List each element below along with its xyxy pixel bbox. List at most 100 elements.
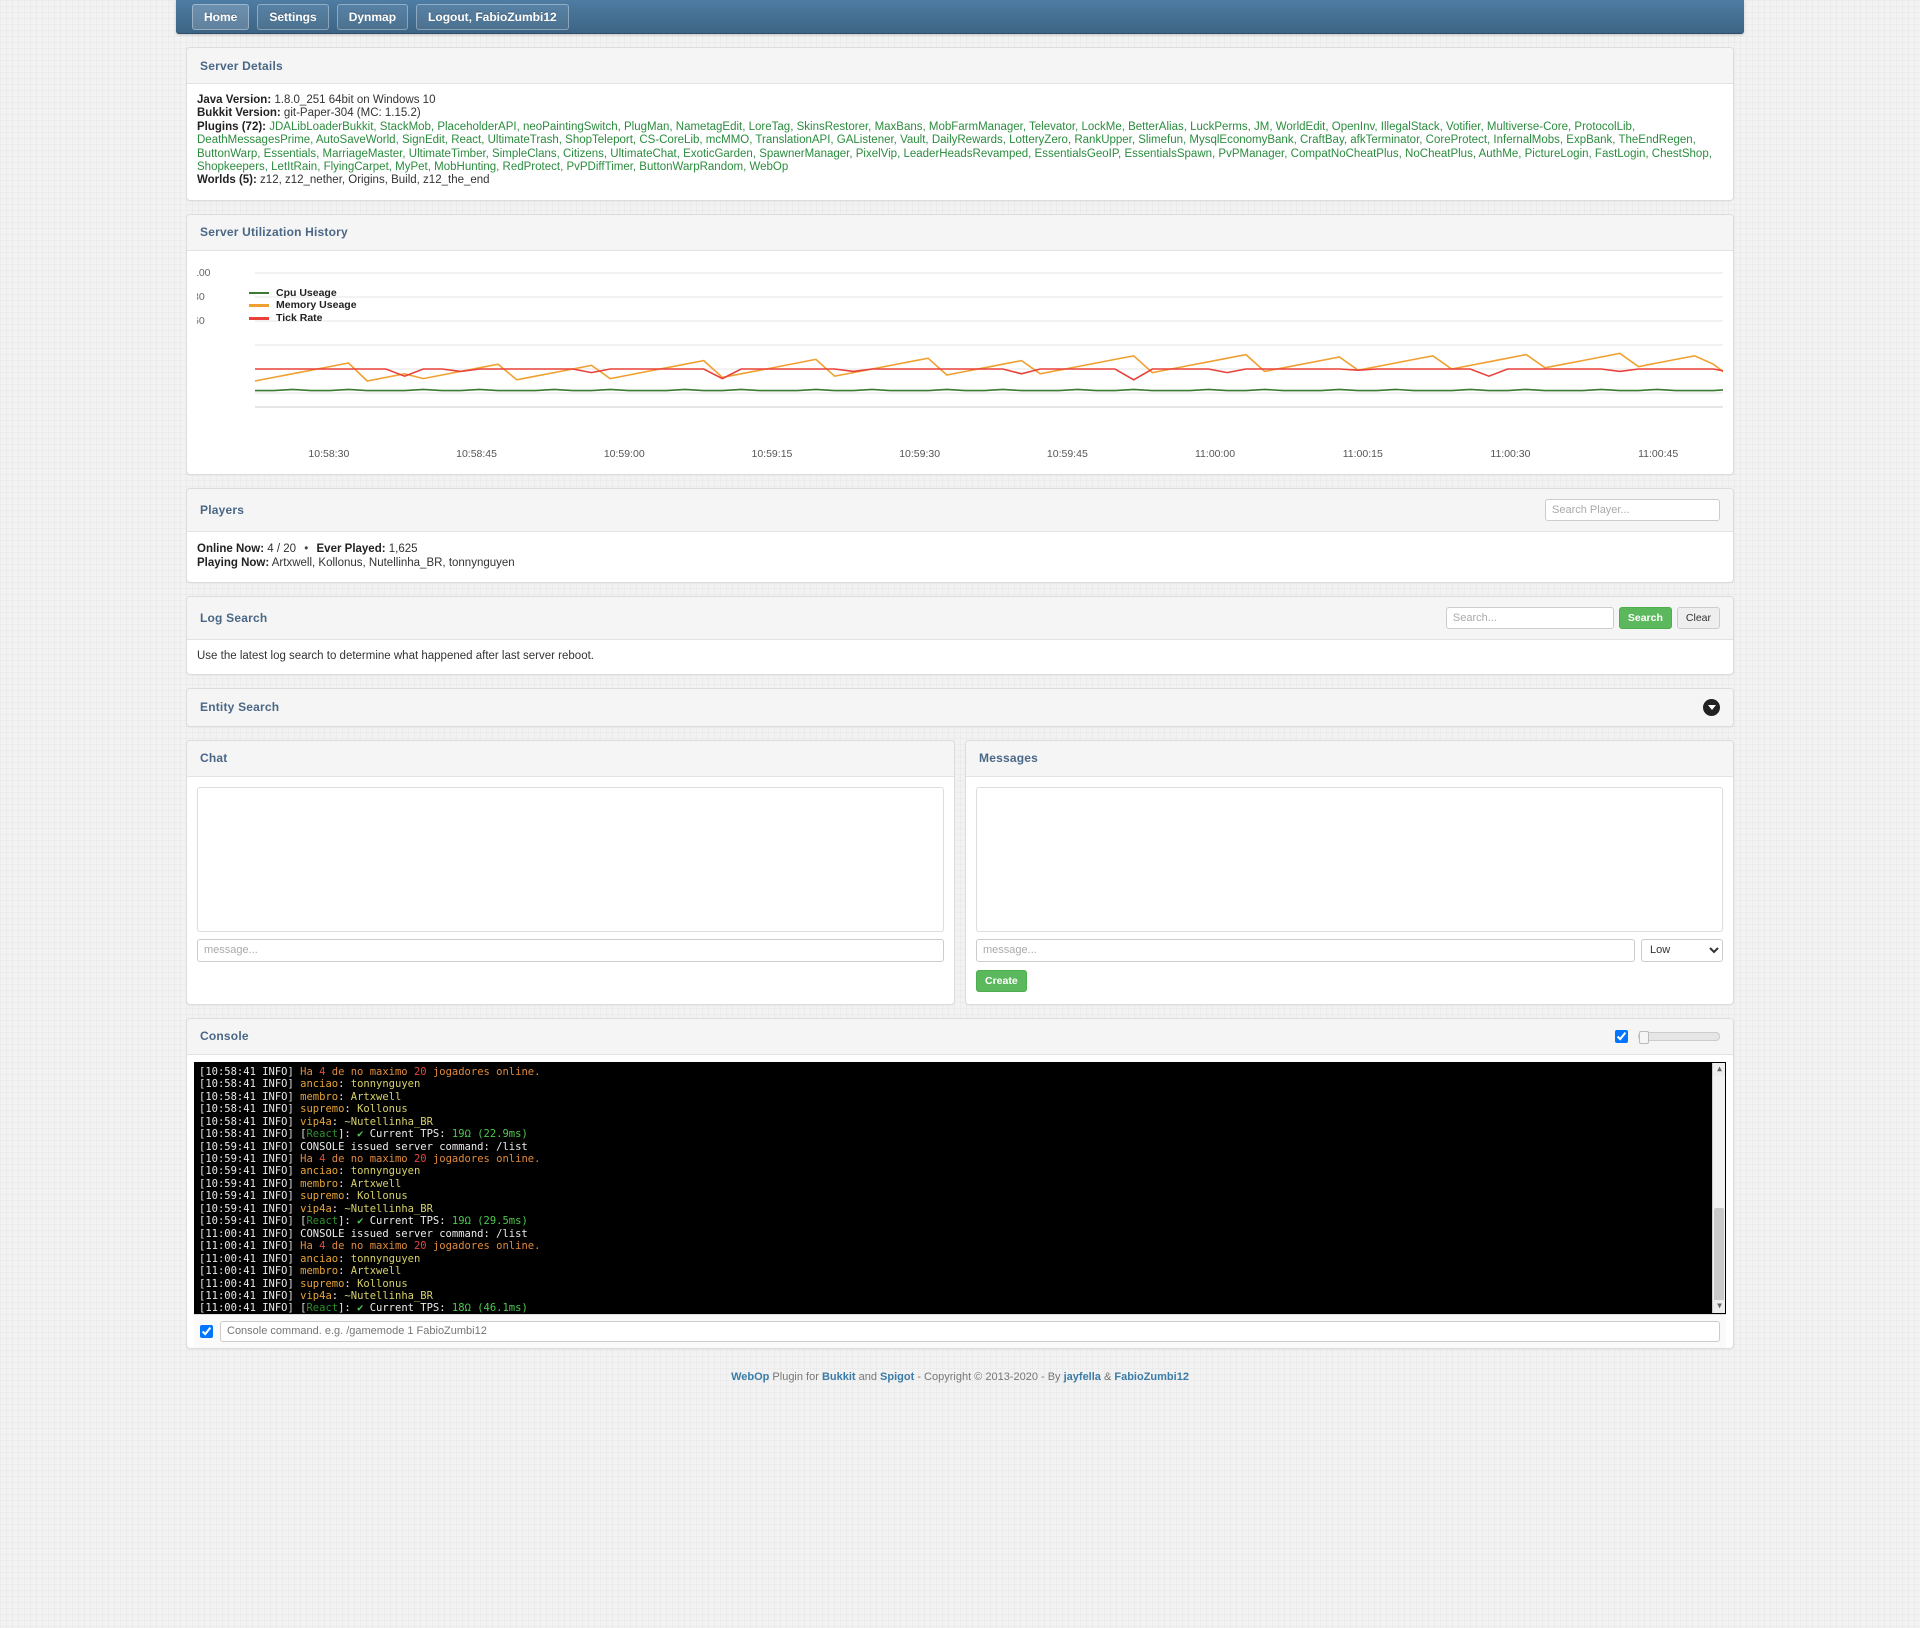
messages-input-row: LowNormalHigh [976, 938, 1723, 962]
nav-item-dynmap[interactable]: Dynmap [336, 3, 409, 30]
console-line: [11:00:41 INFO] Ha 4 de no maximo 20 jog… [199, 1240, 1721, 1252]
console-font-slider[interactable] [1638, 1030, 1720, 1044]
console-text: Current TPS: [363, 1215, 452, 1228]
players-title: Players [200, 502, 245, 517]
console-line: [11:00:41 INFO] supremo: Kollonus [199, 1278, 1721, 1290]
log-clear-button[interactable]: Clear [1676, 606, 1720, 629]
java-version-value: 1.8.0_251 64bit on Windows 10 [274, 94, 436, 106]
message-text-input[interactable] [976, 938, 1635, 962]
console-text: Artxwell [350, 1265, 402, 1278]
console-text: tonnynguyen [350, 1165, 421, 1178]
console-timestamp: [11:00:41 INFO] [199, 1277, 301, 1290]
console-text: ~Nutellinha_BR [344, 1290, 433, 1302]
console-timestamp: [10:59:41 INFO] [199, 1202, 301, 1215]
chart-series-0 [255, 388, 1723, 392]
console-text: : [338, 1265, 351, 1278]
nav-item-home[interactable]: Home [192, 3, 250, 30]
footer-jayfella-link[interactable]: jayfella [1064, 1371, 1101, 1383]
console-text: ~Nutellinha_BR [344, 1202, 433, 1215]
console-line: [10:59:41 INFO] membro: Artxwell [199, 1178, 1721, 1190]
entity-search-heading[interactable]: Entity Search [187, 688, 1733, 726]
console-text: supremo [300, 1190, 345, 1203]
ever-played-value: 1,625 [388, 542, 418, 555]
console-timestamp: [11:00:41 INFO] [199, 1265, 301, 1278]
main-navbar: Home Settings Dynmap Logout, FabioZumbi1… [176, 0, 1744, 34]
footer-text4: & [1100, 1370, 1115, 1383]
console-scrollbar[interactable]: ▲ ▼ [1712, 1062, 1725, 1313]
chart-x-tick: 10:59:45 [1046, 447, 1088, 460]
console-text: Kollonus [357, 1103, 408, 1116]
console-line: [10:59:41 INFO] Ha 4 de no maximo 20 jog… [199, 1153, 1721, 1165]
console-body: [10:58:41 INFO] Ha 4 de no maximo 20 jog… [187, 1055, 1733, 1348]
console-text: anciao [300, 1252, 339, 1265]
chart-x-tick: 11:00:00 [1195, 447, 1236, 460]
console-text: 18Ω (46.1ms) [451, 1302, 528, 1314]
console-text: de no maximo [325, 1065, 414, 1078]
console-output: [10:58:41 INFO] Ha 4 de no maximo 20 jog… [194, 1061, 1726, 1314]
nav-item-logout[interactable]: Logout, FabioZumbi12 [416, 3, 569, 30]
chat-panel: Chat [186, 739, 955, 1005]
log-search-panel: Log Search Search Clear Use the latest l… [186, 595, 1734, 675]
log-search-hint: Use the latest log search to determine w… [197, 649, 594, 662]
chart-series-1 [254, 352, 1723, 382]
console-text: 20 [413, 1240, 427, 1253]
console-line: [10:58:41 INFO] Ha 4 de no maximo 20 jog… [199, 1066, 1721, 1078]
console-lines: [10:58:41 INFO] Ha 4 de no maximo 20 jog… [199, 1066, 1721, 1314]
worlds-label: Worlds (5): [197, 174, 257, 187]
create-message-button[interactable]: Create [976, 969, 1027, 992]
slider-knob[interactable] [1639, 1030, 1649, 1044]
chat-heading: Chat [187, 740, 954, 777]
ever-played-label: Ever Played: [316, 542, 386, 555]
console-text: 19Ω (29.5ms) [451, 1215, 528, 1228]
log-search-input[interactable] [1445, 606, 1614, 629]
server-details-title: Server Details [200, 58, 283, 73]
console-line: [10:58:41 INFO] supremo: Kollonus [199, 1103, 1721, 1115]
console-text: Ha [300, 1153, 320, 1166]
console-line: [10:58:41 INFO] membro: Artxwell [199, 1091, 1721, 1103]
console-text: : [338, 1078, 351, 1091]
footer-text3: - Copyright © 2013-2020 - By [914, 1370, 1064, 1383]
console-text: de no maximo [325, 1153, 414, 1166]
entity-search-panel[interactable]: Entity Search [186, 687, 1734, 727]
log-search-title: Log Search [200, 610, 268, 625]
legend-item-memory: Memory Useage [249, 299, 357, 312]
chat-message-input[interactable] [197, 938, 944, 962]
chart-x-tick: 10:58:30 [308, 447, 350, 460]
log-search-button[interactable]: Search [1618, 606, 1672, 629]
footer-spigot-link[interactable]: Spigot [880, 1371, 914, 1383]
console-text: 19Ω (22.9ms) [451, 1128, 528, 1141]
console-text: CONSOLE issued server command: /list [300, 1227, 528, 1240]
console-text: vip4a [300, 1115, 332, 1128]
nav-item-settings[interactable]: Settings [257, 3, 329, 30]
console-line: [11:00:41 INFO] [React]: ✔ Current TPS: … [199, 1302, 1721, 1314]
chart-x-tick: 11:00:45 [1638, 447, 1679, 460]
console-title: Console [200, 1029, 249, 1044]
console-text: React [306, 1215, 339, 1228]
console-text: ~Nutellinha_BR [344, 1115, 433, 1128]
bukkit-version-value: git-Paper-304 (MC: 1.15.2) [283, 107, 421, 120]
scrollbar-thumb[interactable] [1714, 1207, 1724, 1303]
console-timestamp: [10:59:41 INFO] [199, 1140, 301, 1153]
console-text: Kollonus [357, 1277, 408, 1290]
footer-bukkit-link[interactable]: Bukkit [822, 1371, 856, 1383]
player-search-input[interactable] [1545, 498, 1720, 521]
console-autoscroll-checkbox[interactable] [1615, 1029, 1628, 1043]
console-command-input[interactable] [220, 1320, 1720, 1342]
message-priority-select[interactable]: LowNormalHigh [1641, 938, 1723, 962]
java-version-label: Java Version: [197, 94, 272, 106]
console-timestamp: [10:58:41 INFO] [199, 1103, 301, 1116]
scroll-up-icon[interactable]: ▲ [1713, 1062, 1725, 1076]
chart-y-tick: 80 [197, 290, 205, 303]
chart-x-tick: 10:59:15 [751, 447, 793, 460]
messages-body: LowNormalHigh Create [966, 777, 1733, 1004]
console-timestamp: [10:58:41 INFO] [199, 1128, 301, 1141]
console-text: CONSOLE issued server command: /list [300, 1140, 528, 1153]
scroll-down-icon[interactable]: ▼ [1713, 1299, 1725, 1313]
console-line: [10:58:41 INFO] anciao: tonnynguyen [199, 1078, 1721, 1090]
console-command-checkbox[interactable] [200, 1324, 213, 1338]
chevron-down-icon[interactable] [1703, 698, 1720, 716]
console-timestamp: [10:59:41 INFO] [199, 1190, 301, 1203]
console-line: [10:58:41 INFO] [React]: ✔ Current TPS: … [199, 1128, 1721, 1140]
footer-fabio-link[interactable]: FabioZumbi12 [1114, 1371, 1189, 1383]
console-text: ]: [338, 1215, 358, 1228]
